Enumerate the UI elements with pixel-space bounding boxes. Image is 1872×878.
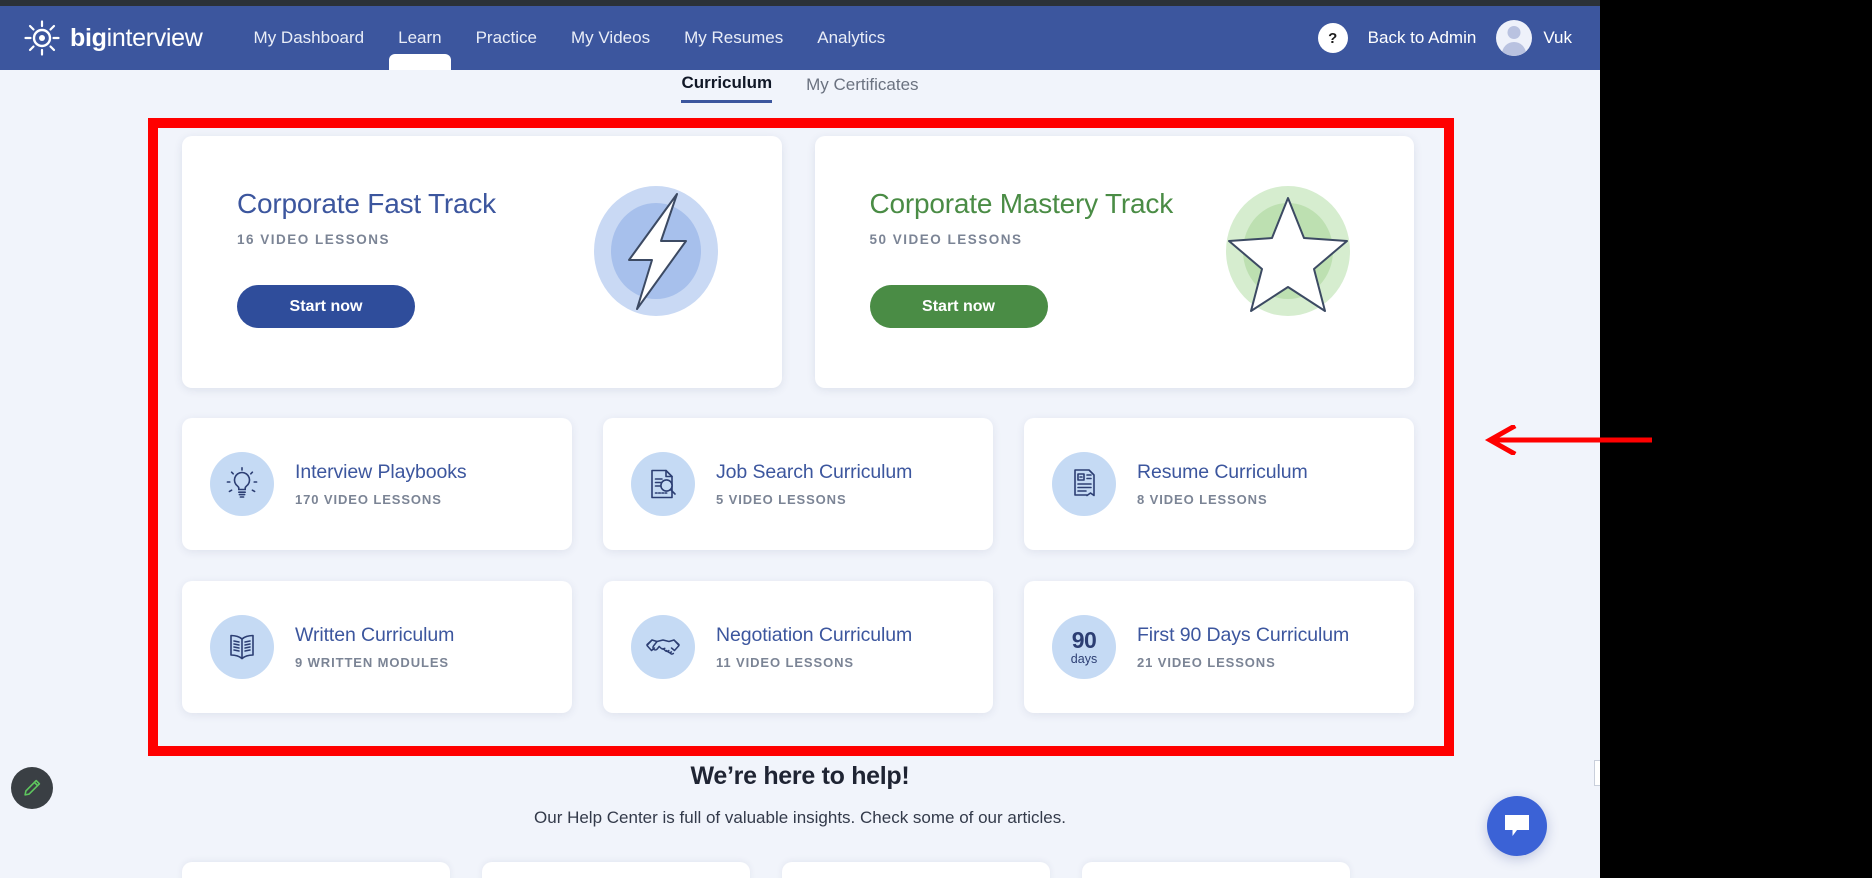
edit-fab-button[interactable] bbox=[11, 767, 53, 809]
card-title: Job Search Curriculum bbox=[716, 461, 912, 485]
card-title: Negotiation Curriculum bbox=[716, 624, 912, 648]
card-text: Negotiation Curriculum 11 VIDEO LESSONS bbox=[716, 624, 912, 670]
card-meta: 8 VIDEO LESSONS bbox=[1137, 492, 1308, 507]
brand-wordmark: biginterview bbox=[70, 24, 203, 53]
card-corporate-fast-track[interactable]: Corporate Fast Track 16 VIDEO LESSONS St… bbox=[182, 136, 782, 388]
nav-my-dashboard[interactable]: My Dashboard bbox=[237, 22, 382, 54]
card-text: Job Search Curriculum 5 VIDEO LESSONS bbox=[716, 461, 912, 507]
card-title: Written Curriculum bbox=[295, 624, 454, 648]
nav-practice[interactable]: Practice bbox=[459, 22, 554, 54]
card-job-search-curriculum[interactable]: Job Search Curriculum 5 VIDEO LESSONS bbox=[603, 418, 993, 550]
card-meta: 170 VIDEO LESSONS bbox=[295, 492, 467, 507]
fast-track-start-button[interactable]: Start now bbox=[237, 285, 415, 328]
user-menu[interactable]: Vuk bbox=[1496, 20, 1572, 56]
card-text: Written Curriculum 9 WRITTEN MODULES bbox=[295, 624, 454, 670]
top-navigation-bar: biginterview My Dashboard Learn Practice… bbox=[0, 6, 1600, 70]
card-text: Interview Playbooks 170 VIDEO LESSONS bbox=[295, 461, 467, 507]
nav-my-resumes[interactable]: My Resumes bbox=[667, 22, 800, 54]
card-title: Resume Curriculum bbox=[1137, 461, 1308, 485]
main-content: Corporate Fast Track 16 VIDEO LESSONS St… bbox=[0, 106, 1600, 878]
avatar bbox=[1496, 20, 1532, 56]
card-first-90-days-curriculum[interactable]: 90 days First 90 Days Curriculum 21 VIDE… bbox=[1024, 581, 1414, 713]
tab-curriculum[interactable]: Curriculum bbox=[681, 73, 772, 103]
mastery-track-start-button[interactable]: Start now bbox=[870, 285, 1048, 328]
help-section: We’re here to help! Our Help Center is f… bbox=[0, 762, 1600, 828]
card-title: Interview Playbooks bbox=[295, 461, 467, 485]
lightning-bolt-icon bbox=[589, 184, 724, 319]
card-meta: 5 VIDEO LESSONS bbox=[716, 492, 912, 507]
card-text: First 90 Days Curriculum 21 VIDEO LESSON… bbox=[1137, 624, 1349, 670]
brand-light-text: interview bbox=[107, 24, 203, 52]
card-resume-curriculum[interactable]: Resume Curriculum 8 VIDEO LESSONS bbox=[1024, 418, 1414, 550]
resume-document-icon bbox=[1052, 452, 1116, 516]
handshake-icon bbox=[631, 615, 695, 679]
card-title: First 90 Days Curriculum bbox=[1137, 624, 1349, 648]
card-meta: 9 WRITTEN MODULES bbox=[295, 655, 454, 670]
help-article-card[interactable] bbox=[782, 862, 1050, 878]
brand-logo-link[interactable]: biginterview bbox=[22, 18, 203, 58]
badge-number: 90 bbox=[1072, 629, 1097, 652]
card-written-curriculum[interactable]: Written Curriculum 9 WRITTEN MODULES bbox=[182, 581, 572, 713]
primary-nav-links: My Dashboard Learn Practice My Videos My… bbox=[237, 22, 903, 54]
nav-my-videos[interactable]: My Videos bbox=[554, 22, 667, 54]
chat-bubble-icon bbox=[1503, 813, 1531, 839]
curriculum-grid: Interview Playbooks 170 VIDEO LESSONS bbox=[182, 418, 1414, 713]
ninety-days-badge: 90 days bbox=[1052, 615, 1116, 679]
back-to-admin-link[interactable]: Back to Admin bbox=[1368, 28, 1477, 48]
scrollbar-thumb[interactable] bbox=[1594, 760, 1600, 786]
lightbulb-icon bbox=[210, 452, 274, 516]
help-icon[interactable]: ? bbox=[1318, 23, 1348, 53]
help-article-card[interactable] bbox=[1082, 862, 1350, 878]
section-tabs: Curriculum My Certificates bbox=[0, 70, 1600, 106]
document-search-icon bbox=[631, 452, 695, 516]
track-cards-row: Corporate Fast Track 16 VIDEO LESSONS St… bbox=[182, 136, 1414, 388]
nav-right-group: ? Back to Admin Vuk bbox=[1318, 20, 1572, 56]
card-corporate-mastery-track[interactable]: Corporate Mastery Track 50 VIDEO LESSONS… bbox=[815, 136, 1415, 388]
help-subtitle: Our Help Center is full of valuable insi… bbox=[0, 808, 1600, 828]
star-icon bbox=[1221, 184, 1356, 319]
card-meta: 21 VIDEO LESSONS bbox=[1137, 655, 1349, 670]
chat-fab-button[interactable] bbox=[1487, 796, 1547, 856]
edit-pencil-icon bbox=[22, 778, 42, 798]
app-screen: biginterview My Dashboard Learn Practice… bbox=[0, 0, 1600, 878]
card-negotiation-curriculum[interactable]: Negotiation Curriculum 11 VIDEO LESSONS bbox=[603, 581, 993, 713]
open-book-icon bbox=[210, 615, 274, 679]
tab-my-certificates[interactable]: My Certificates bbox=[806, 75, 918, 102]
card-meta: 11 VIDEO LESSONS bbox=[716, 655, 912, 670]
help-article-card[interactable] bbox=[182, 862, 450, 878]
nav-analytics[interactable]: Analytics bbox=[800, 22, 902, 54]
help-article-card[interactable] bbox=[482, 862, 750, 878]
brand-bold-text: big bbox=[70, 24, 107, 52]
letterbox-right bbox=[1600, 0, 1872, 878]
help-title: We’re here to help! bbox=[0, 762, 1600, 791]
card-text: Resume Curriculum 8 VIDEO LESSONS bbox=[1137, 461, 1308, 507]
user-name-label: Vuk bbox=[1543, 28, 1572, 48]
nav-learn[interactable]: Learn bbox=[381, 22, 458, 54]
help-article-cards bbox=[182, 862, 1422, 878]
badge-unit: days bbox=[1071, 653, 1097, 666]
sun-logo-icon bbox=[22, 18, 62, 58]
card-interview-playbooks[interactable]: Interview Playbooks 170 VIDEO LESSONS bbox=[182, 418, 572, 550]
